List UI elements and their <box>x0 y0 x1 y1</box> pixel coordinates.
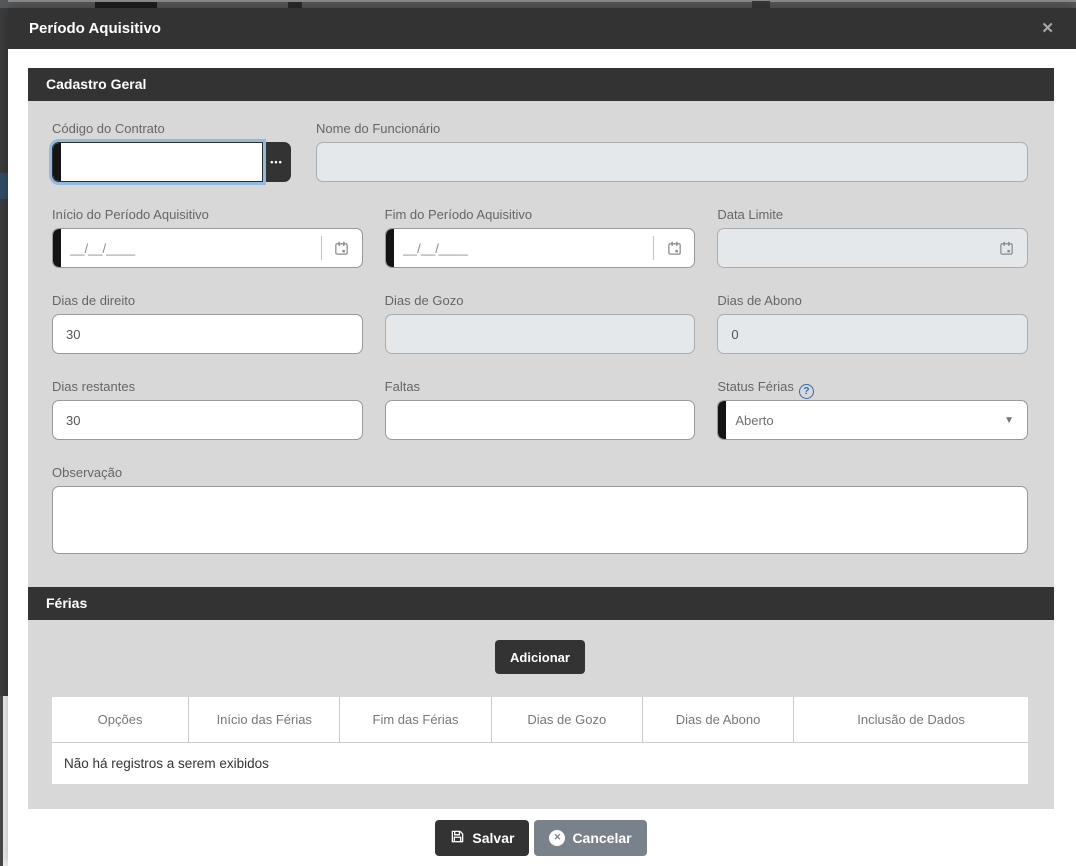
dias-restantes-input[interactable] <box>53 401 362 439</box>
field-fim-periodo: Fim do Período Aquisitivo <box>385 207 696 268</box>
cancelar-button[interactable]: ✕ Cancelar <box>534 820 646 856</box>
field-data-limite: Data Limite <box>717 207 1028 268</box>
col-header-dias-abono: Dias de Abono <box>642 697 793 743</box>
section-header-ferias: Férias <box>28 587 1054 620</box>
dias-abono-label: Dias de Abono <box>717 293 1028 310</box>
periodo-aquisitivo-modal: Período Aquisitivo ✕ Cadastro Geral Códi… <box>8 8 1076 866</box>
field-inicio-periodo: Início do Período Aquisitivo <box>52 207 363 268</box>
field-dias-direito: Dias de direito <box>52 293 363 354</box>
page-background-top <box>0 0 1076 8</box>
col-header-inicio-ferias: Início das Férias <box>189 697 340 743</box>
ellipsis-icon: ••• <box>270 157 282 167</box>
nome-funcionario-label: Nome do Funcionário <box>316 121 1028 138</box>
field-codigo-contrato: Código do Contrato ••• <box>52 121 291 182</box>
ferias-section-body: Adicionar Opções Início das Férias Fim d… <box>28 620 1054 809</box>
modal-footer: Salvar ✕ Cancelar <box>28 809 1054 866</box>
background-fragment <box>752 1 770 8</box>
observacao-textarea[interactable] <box>52 486 1028 554</box>
fim-periodo-label: Fim do Período Aquisitivo <box>385 207 696 224</box>
modal-title: Período Aquisitivo <box>29 20 161 37</box>
col-header-opcoes: Opções <box>52 697 189 743</box>
dias-gozo-input <box>386 315 695 353</box>
modal-body: Cadastro Geral Código do Contrato ••• <box>8 49 1076 866</box>
form-panel: Cadastro Geral Código do Contrato ••• <box>28 68 1054 809</box>
section-header-cadastro-geral: Cadastro Geral <box>28 68 1054 101</box>
status-ferias-select[interactable]: Aberto ▼ <box>717 400 1028 440</box>
col-header-dias-gozo: Dias de Gozo <box>491 697 642 743</box>
help-icon[interactable]: ? <box>799 384 814 399</box>
field-faltas: Faltas <box>385 379 696 440</box>
status-ferias-label: Status Férias? <box>717 379 1028 396</box>
col-header-fim-ferias: Fim das Férias <box>340 697 491 743</box>
faltas-input[interactable] <box>386 401 695 439</box>
dias-direito-label: Dias de direito <box>52 293 363 310</box>
chevron-down-icon: ▼ <box>1004 415 1014 426</box>
cadastro-geral-form: Código do Contrato ••• Nome do Funcionár… <box>28 101 1054 559</box>
page-background-left <box>0 8 8 696</box>
ferias-table: Opções Início das Férias Fim das Férias … <box>52 697 1028 784</box>
salvar-button-label: Salvar <box>472 830 514 846</box>
background-fragment <box>0 173 8 199</box>
data-limite-input <box>718 229 987 267</box>
calendar-icon[interactable] <box>654 229 694 267</box>
inicio-periodo-label: Início do Período Aquisitivo <box>52 207 363 224</box>
save-icon <box>450 829 465 847</box>
cancel-icon: ✕ <box>549 830 565 846</box>
modal-header: Período Aquisitivo ✕ <box>8 8 1076 49</box>
close-icon[interactable]: ✕ <box>1037 17 1058 40</box>
codigo-contrato-label: Código do Contrato <box>52 121 291 138</box>
table-empty-row: Não há registros a serem exibidos <box>52 743 1028 785</box>
calendar-icon <box>987 229 1027 267</box>
observacao-label: Observação <box>52 465 1028 482</box>
field-dias-restantes: Dias restantes <box>52 379 363 440</box>
contract-lookup-button[interactable]: ••• <box>262 142 291 182</box>
empty-message: Não há registros a serem exibidos <box>52 743 1028 785</box>
status-ferias-label-text: Status Férias <box>717 379 794 394</box>
cancelar-button-label: Cancelar <box>572 830 631 846</box>
inicio-periodo-input[interactable] <box>53 229 321 267</box>
field-dias-gozo: Dias de Gozo <box>385 293 696 354</box>
background-fragment <box>8 0 1076 2</box>
dias-abono-input <box>718 315 1027 353</box>
page-background-left-lower <box>0 696 8 866</box>
calendar-icon[interactable] <box>322 229 362 267</box>
field-nome-funcionario: Nome do Funcionário <box>316 121 1028 182</box>
ferias-table-container: Opções Início das Férias Fim das Férias … <box>52 697 1028 784</box>
fim-periodo-input[interactable] <box>386 229 654 267</box>
status-ferias-value: Aberto <box>718 413 1004 428</box>
field-status-ferias: Status Férias? Aberto ▼ <box>717 379 1028 440</box>
field-dias-abono: Dias de Abono <box>717 293 1028 354</box>
table-header-row: Opções Início das Férias Fim das Férias … <box>52 697 1028 743</box>
salvar-button[interactable]: Salvar <box>435 820 529 856</box>
dias-direito-input[interactable] <box>53 315 362 353</box>
dias-gozo-label: Dias de Gozo <box>385 293 696 310</box>
nome-funcionario-input <box>317 143 1027 181</box>
adicionar-button[interactable]: Adicionar <box>495 640 585 674</box>
codigo-contrato-input[interactable] <box>53 143 262 181</box>
field-observacao: Observação <box>52 465 1028 559</box>
dias-restantes-label: Dias restantes <box>52 379 363 396</box>
data-limite-label: Data Limite <box>717 207 1028 224</box>
faltas-label: Faltas <box>385 379 696 396</box>
col-header-inclusao-dados: Inclusão de Dados <box>794 697 1028 743</box>
